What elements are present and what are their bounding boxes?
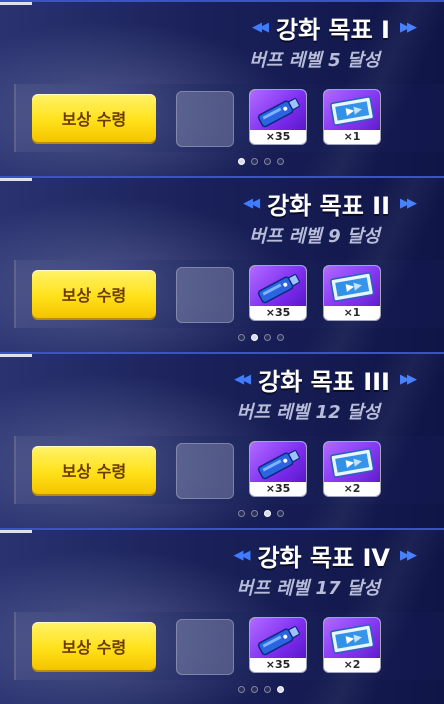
goal-title: 강화 목표 IV: [257, 544, 390, 572]
prev-arrow-icon[interactable]: ◀◀: [252, 20, 269, 35]
page-indicator: [238, 334, 284, 341]
page-dot[interactable]: [277, 334, 284, 341]
ticket-icon: [324, 90, 380, 130]
reward-count: ×35: [265, 482, 291, 495]
reward-row: 보상 수령 ×35: [14, 260, 444, 328]
prev-arrow-icon[interactable]: ◀◀: [233, 548, 250, 563]
page-dot[interactable]: [251, 334, 258, 341]
goal-header: ◀◀ 강화 목표 I ▶▶: [252, 10, 417, 45]
empty-reward-slot: [176, 91, 234, 147]
reward-item-ticket[interactable]: ×1: [324, 266, 380, 320]
page-indicator: [238, 686, 284, 693]
reward-row: 보상 수령 ×35: [14, 436, 444, 504]
goal-condition: 버프 레벨 9 달성: [249, 226, 380, 247]
reward-item-ticket[interactable]: ×2: [324, 442, 380, 496]
page-dot[interactable]: [277, 158, 284, 165]
page-indicator: [238, 510, 284, 517]
ticket-icon: [324, 266, 380, 306]
page-dot[interactable]: [264, 158, 271, 165]
blue-usb-drive-icon: [250, 90, 306, 130]
goal-condition: 버프 레벨 17 달성: [236, 578, 380, 599]
goal-title: 강화 목표 II: [267, 192, 390, 220]
empty-reward-slot: [176, 267, 234, 323]
page-dot[interactable]: [238, 510, 245, 517]
page-dot[interactable]: [264, 510, 271, 517]
empty-reward-slot: [176, 619, 234, 675]
goal-header: ◀◀ 강화 목표 III ▶▶: [234, 362, 417, 397]
blue-usb-drive-icon: [250, 442, 306, 482]
ticket-icon: [324, 618, 380, 658]
reward-row: 보상 수령 ×35: [14, 84, 444, 152]
page-dot[interactable]: [238, 334, 245, 341]
reward-item-usb[interactable]: ×35: [250, 90, 306, 144]
page-dot[interactable]: [238, 158, 245, 165]
goal-condition: 버프 레벨 5 달성: [249, 50, 380, 71]
claim-reward-button[interactable]: 보상 수령: [32, 446, 156, 494]
blue-usb-drive-icon: [250, 618, 306, 658]
claim-reward-button[interactable]: 보상 수령: [32, 270, 156, 318]
goal-panel-3: ◀◀ 강화 목표 III ▶▶ 버프 레벨 12 달성 보상 수령 ×35 ×2: [0, 352, 444, 528]
reward-item-usb[interactable]: ×35: [250, 442, 306, 496]
reward-count: ×1: [343, 130, 361, 143]
page-dot[interactable]: [264, 334, 271, 341]
page-dot[interactable]: [264, 686, 271, 693]
page-dot[interactable]: [251, 158, 258, 165]
page-dot[interactable]: [277, 510, 284, 517]
goal-header: ◀◀ 강화 목표 IV ▶▶: [233, 538, 417, 573]
page-indicator: [238, 158, 284, 165]
goal-panel-4: ◀◀ 강화 목표 IV ▶▶ 버프 레벨 17 달성 보상 수령 ×35 ×2: [0, 528, 444, 704]
goal-condition: 버프 레벨 12 달성: [236, 402, 380, 423]
prev-arrow-icon[interactable]: ◀◀: [234, 372, 251, 387]
blue-usb-drive-icon: [250, 266, 306, 306]
reward-count: ×1: [343, 306, 361, 319]
reward-count: ×2: [343, 482, 361, 495]
next-arrow-icon[interactable]: ▶▶: [400, 20, 417, 35]
next-arrow-icon[interactable]: ▶▶: [400, 372, 417, 387]
empty-reward-slot: [176, 443, 234, 499]
reward-count: ×35: [265, 130, 291, 143]
goal-header: ◀◀ 강화 목표 II ▶▶: [243, 186, 417, 221]
reward-item-ticket[interactable]: ×1: [324, 90, 380, 144]
goal-title: 강화 목표 III: [258, 368, 390, 396]
goal-panel-1: ◀◀ 강화 목표 I ▶▶ 버프 레벨 5 달성 보상 수령 ×35 ×1: [0, 0, 444, 176]
page-dot[interactable]: [251, 510, 258, 517]
reward-count: ×35: [265, 306, 291, 319]
reward-item-usb[interactable]: ×35: [250, 266, 306, 320]
prev-arrow-icon[interactable]: ◀◀: [243, 196, 260, 211]
ticket-icon: [324, 442, 380, 482]
page-dot[interactable]: [238, 686, 245, 693]
reward-item-ticket[interactable]: ×2: [324, 618, 380, 672]
reward-item-usb[interactable]: ×35: [250, 618, 306, 672]
page-dot[interactable]: [277, 686, 284, 693]
next-arrow-icon[interactable]: ▶▶: [400, 196, 417, 211]
claim-reward-button[interactable]: 보상 수령: [32, 94, 156, 142]
claim-reward-button[interactable]: 보상 수령: [32, 622, 156, 670]
reward-row: 보상 수령 ×35: [14, 612, 444, 680]
reward-count: ×35: [265, 658, 291, 671]
next-arrow-icon[interactable]: ▶▶: [400, 548, 417, 563]
goal-title: 강화 목표 I: [276, 16, 390, 44]
goal-panel-2: ◀◀ 강화 목표 II ▶▶ 버프 레벨 9 달성 보상 수령 ×35 ×1: [0, 176, 444, 352]
reward-count: ×2: [343, 658, 361, 671]
page-dot[interactable]: [251, 686, 258, 693]
